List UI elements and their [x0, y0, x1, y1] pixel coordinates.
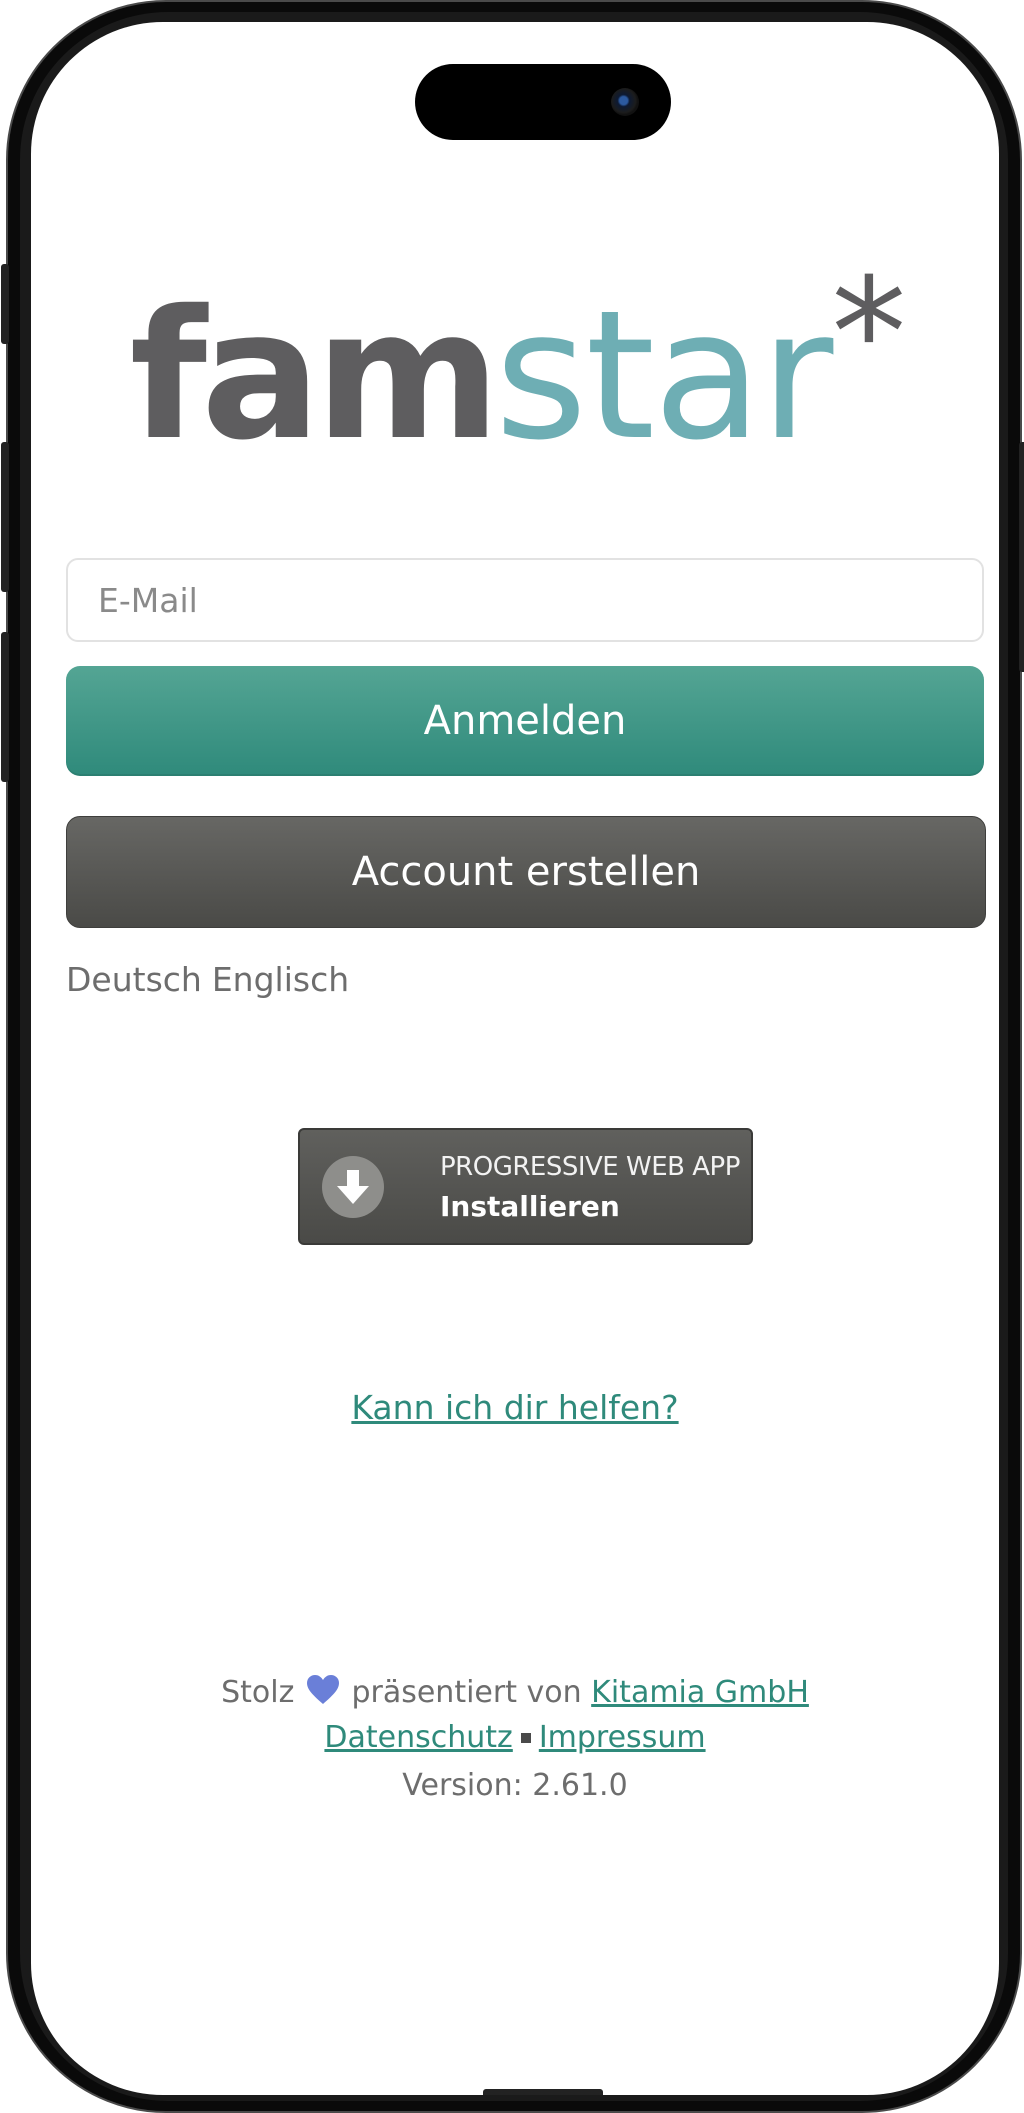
pwa-install-label: Installieren [440, 1190, 620, 1223]
screen: famstar* Anmelden Account erstellen Deut… [31, 22, 999, 2095]
phone-frame: famstar* Anmelden Account erstellen Deut… [1, 0, 1024, 2113]
logo-star: star [494, 272, 834, 479]
language-switcher: Deutsch Englisch [66, 960, 349, 999]
footer-legal: Datenschutz Impressum [31, 1720, 999, 1755]
language-english[interactable]: Englisch [212, 960, 349, 999]
login-button[interactable]: Anmelden [66, 666, 984, 776]
logo-asterisk: * [831, 247, 906, 421]
imprint-link[interactable]: Impressum [539, 1720, 706, 1755]
pwa-label: PROGRESSIVE WEB APP [440, 1152, 740, 1182]
company-link[interactable]: Kitamia GmbH [591, 1675, 809, 1710]
email-input[interactable] [66, 558, 984, 642]
volume-up-button [1, 442, 9, 592]
home-indicator [483, 2089, 603, 2095]
help-link[interactable]: Kann ich dir helfen? [31, 1388, 999, 1427]
footer-credits: Stolz präsentiert von Kitamia GmbH [31, 1674, 999, 1710]
action-button [1, 264, 9, 344]
footer-proud: Stolz [221, 1675, 295, 1710]
volume-down-button [1, 632, 9, 782]
logo-fam: fam [129, 272, 501, 479]
download-icon [322, 1156, 384, 1218]
dynamic-island [415, 64, 671, 140]
privacy-link[interactable]: Datenschutz [324, 1720, 512, 1755]
separator-bullet [520, 1733, 531, 1743]
pwa-install-button[interactable]: PROGRESSIVE WEB APP Installieren [298, 1128, 753, 1245]
heart-icon [306, 1675, 339, 1704]
create-account-button[interactable]: Account erstellen [66, 816, 986, 928]
version-text: Version: 2.61.0 [402, 1768, 628, 1803]
camera-icon [611, 88, 639, 116]
power-button [1019, 442, 1024, 672]
footer-presented-by: präsentiert von [351, 1675, 582, 1710]
famstar-logo: famstar* [31, 247, 999, 486]
language-german[interactable]: Deutsch [66, 960, 202, 999]
